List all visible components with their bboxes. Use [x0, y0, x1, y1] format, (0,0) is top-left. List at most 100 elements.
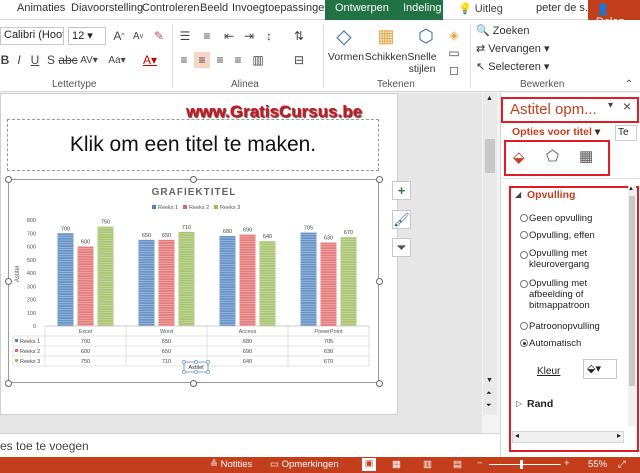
slide-sorter-icon[interactable]: ▦: [392, 459, 401, 470]
font-color-icon[interactable]: A▾: [140, 52, 160, 68]
align-right-icon[interactable]: ≡: [212, 52, 228, 68]
chart-styles-button[interactable]: 🖌: [392, 210, 411, 229]
scroll-thumb[interactable]: [485, 139, 495, 173]
slide-scrollbar[interactable]: ▲ ▼ ⏶ ⏷: [483, 93, 497, 415]
resize-handle-top-left[interactable]: [5, 176, 12, 183]
tab-diavoorstelling[interactable]: Diavoorstelling: [71, 2, 143, 14]
decrease-indent-icon[interactable]: ⇤: [221, 28, 237, 44]
zoom-slider-thumb[interactable]: [520, 460, 523, 469]
shape-effects-icon[interactable]: ◻: [447, 63, 461, 77]
quick-styles-button-label[interactable]: Snelle stijlen: [405, 51, 439, 75]
radio-pattern-fill[interactable]: [520, 322, 528, 330]
columns-icon[interactable]: ▥: [250, 52, 266, 68]
font-name-combo[interactable]: Calibri (Hoofdt: [0, 27, 64, 45]
scroll-right-icon[interactable]: ▸: [617, 431, 621, 440]
increase-indent-icon[interactable]: ⇥: [241, 28, 257, 44]
resize-handle-left[interactable]: [5, 278, 12, 285]
radio-picture-fill[interactable]: [520, 280, 528, 288]
option-automatic-fill-label[interactable]: Automatisch: [529, 338, 581, 349]
radio-automatic-fill[interactable]: [520, 339, 528, 347]
tab-ontwerpen[interactable]: Ontwerpen: [335, 2, 389, 14]
user-name[interactable]: peter de s...: [536, 2, 594, 14]
fit-slide-icon[interactable]: ⤢: [618, 459, 626, 470]
resize-handle-top-right[interactable]: [376, 176, 383, 183]
underline-icon[interactable]: U: [30, 52, 40, 68]
text-options-tab[interactable]: Te: [615, 125, 637, 141]
collapse-arrow-icon[interactable]: ◢: [515, 190, 521, 199]
tab-animaties[interactable]: Animaties: [17, 2, 65, 14]
section-fill-heading[interactable]: Opvulling: [527, 189, 575, 201]
option-gradient-fill-label[interactable]: Opvulling met kleurovergang: [529, 248, 605, 270]
slideshow-icon[interactable]: ▤: [453, 459, 462, 470]
pane-options-chevron-icon[interactable]: ▾: [608, 100, 613, 111]
chart-filters-button[interactable]: ⏷: [392, 238, 411, 257]
arrange-button-label[interactable]: Schikken: [364, 51, 408, 63]
radio-solid-fill[interactable]: [520, 231, 528, 239]
pane-vertical-scrollbar[interactable]: ▲: [628, 186, 636, 426]
numbering-icon[interactable]: ≡: [199, 28, 215, 44]
section-border-heading[interactable]: Rand: [527, 398, 553, 410]
arrange-icon[interactable]: ▦: [373, 23, 399, 49]
option-picture-fill-label[interactable]: Opvulling met afbeelding of bitmappatroo…: [529, 278, 605, 311]
find-button[interactable]: 🔍 Zoeken: [476, 24, 529, 37]
quick-styles-icon[interactable]: ⬡: [413, 23, 439, 49]
italic-icon[interactable]: I: [14, 52, 24, 68]
replace-button[interactable]: ⇄ Vervangen ▾: [476, 42, 549, 55]
radio-gradient-fill[interactable]: [520, 251, 528, 259]
resize-handle-bottom[interactable]: [190, 380, 197, 387]
align-center-icon[interactable]: ≡: [194, 52, 210, 68]
grow-font-icon[interactable]: A ^: [111, 28, 127, 44]
shapes-button-label[interactable]: Vormen: [326, 51, 366, 63]
normal-view-icon[interactable]: ▣: [362, 458, 376, 471]
notes-toggle[interactable]: ≙ Notities: [210, 459, 252, 470]
tab-controleren[interactable]: Controleren: [142, 2, 199, 14]
zoom-slider-track[interactable]: [489, 464, 561, 465]
strikethrough-icon[interactable]: abc: [58, 52, 77, 68]
chart-elements-button[interactable]: +: [392, 181, 411, 200]
shrink-font-icon[interactable]: Av: [130, 28, 146, 44]
tell-me-box[interactable]: 💡 Uitleg: [458, 2, 503, 15]
radio-no-fill[interactable]: [520, 214, 528, 222]
resize-handle-top[interactable]: [190, 176, 197, 183]
shadow-icon[interactable]: S: [46, 52, 56, 68]
tab-invoegtoepassingen[interactable]: Invoegtoepassingen: [232, 2, 330, 14]
option-no-fill-label[interactable]: Geen opvulling: [529, 213, 592, 224]
text-direction-icon[interactable]: ⇅: [291, 28, 307, 44]
pane-scroll-thumb[interactable]: [629, 196, 635, 386]
line-spacing-icon[interactable]: ↕: [261, 28, 277, 44]
fill-line-tab-icon[interactable]: ⬙: [513, 148, 525, 166]
bold-icon[interactable]: B: [0, 52, 10, 68]
title-options-dropdown[interactable]: Opties voor titel ▾: [512, 126, 600, 138]
slide-title-placeholder[interactable]: Klik om een titel te maken.: [7, 119, 379, 171]
comments-toggle[interactable]: ▭ Opmerkingen: [270, 459, 339, 470]
clear-formatting-icon[interactable]: ✎: [150, 27, 168, 45]
reading-view-icon[interactable]: ▥: [423, 459, 432, 470]
tab-beeld[interactable]: Beeld: [200, 2, 228, 14]
expand-arrow-icon[interactable]: ▷: [516, 399, 522, 408]
color-picker-button[interactable]: ⬙▾: [583, 359, 617, 379]
collapse-ribbon-icon[interactable]: ⌃: [622, 78, 636, 90]
close-icon[interactable]: ×: [623, 98, 631, 114]
select-button[interactable]: ↖ Selecteren ▾: [476, 60, 549, 73]
bullets-icon[interactable]: ☰: [177, 28, 193, 44]
font-size-combo[interactable]: 12 ▾: [68, 27, 106, 45]
shapes-icon[interactable]: ◇: [330, 23, 358, 49]
option-solid-fill-label[interactable]: Opvulling, effen: [529, 230, 595, 241]
scroll-down-icon[interactable]: ▼: [486, 377, 493, 384]
tab-indeling[interactable]: Indeling: [403, 2, 442, 14]
justify-icon[interactable]: ≡: [230, 52, 246, 68]
align-left-icon[interactable]: ≡: [176, 52, 192, 68]
resize-handle-bottom-right[interactable]: [376, 380, 383, 387]
effects-tab-icon[interactable]: ⬠: [546, 147, 559, 165]
pane-horizontal-scrollbar[interactable]: ◂ ▸: [512, 431, 624, 443]
next-slide-icon[interactable]: ⏷: [486, 402, 492, 410]
change-case-icon[interactable]: Aa▾: [106, 52, 128, 68]
zoom-in-icon[interactable]: +: [564, 458, 570, 469]
zoom-out-icon[interactable]: −: [477, 458, 483, 469]
zoom-level[interactable]: 55%: [588, 459, 607, 470]
size-properties-tab-icon[interactable]: ▦: [579, 147, 593, 165]
resize-handle-right[interactable]: [376, 278, 383, 285]
share-button[interactable]: 👤 Delen: [588, 0, 640, 28]
shape-fill-icon[interactable]: ◈: [447, 28, 461, 42]
resize-handle-bottom-left[interactable]: [5, 380, 12, 387]
